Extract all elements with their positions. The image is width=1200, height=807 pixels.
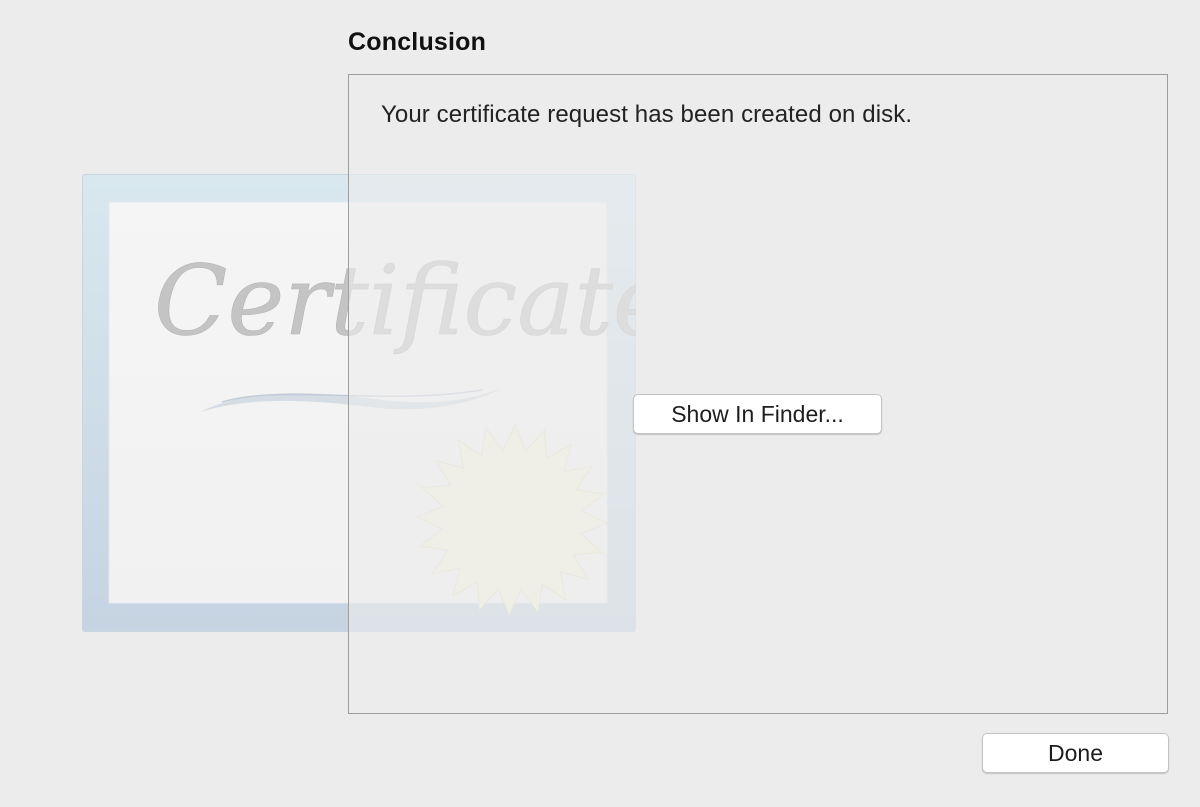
certificate-assistant-window: { "page": { "title": "Conclusion" }, "co…	[0, 0, 1200, 807]
conclusion-panel: Your certificate request has been create…	[348, 74, 1168, 714]
show-in-finder-button[interactable]: Show In Finder...	[633, 394, 882, 434]
status-message: Your certificate request has been create…	[381, 101, 913, 128]
page-title: Conclusion	[348, 28, 487, 56]
done-button[interactable]: Done	[982, 733, 1169, 773]
